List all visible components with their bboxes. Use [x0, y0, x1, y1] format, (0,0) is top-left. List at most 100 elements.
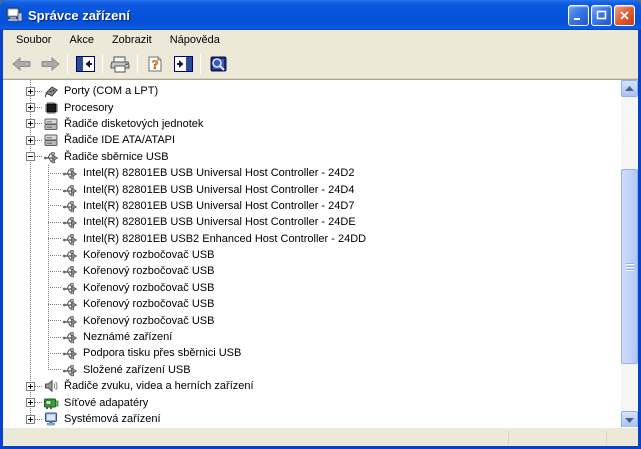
tree-item[interactable]: Složené zařízení USB [3, 362, 621, 378]
tree-item-label: Řadiče sběrnice USB [64, 150, 169, 163]
svg-text:?: ? [152, 57, 159, 72]
tree-item-label: Porty (COM a LPT) [64, 85, 159, 98]
tree-connector [48, 205, 62, 207]
tree-connector [48, 254, 62, 256]
tree-item[interactable]: Kořenový rozbočovač USB [3, 280, 621, 296]
tree-item[interactable]: Kořenový rozbočovač USB [3, 247, 621, 263]
tree-item-label: Intel(R) 82801EB USB Universal Host Cont… [83, 216, 356, 229]
tree-connector [35, 123, 43, 125]
tree-item[interactable]: Intel(R) 82801EB USB Universal Host Cont… [3, 165, 621, 181]
device-tree: Porty (COM a LPT) Procesory Řadiče diske… [3, 80, 621, 428]
tree-item[interactable]: Kořenový rozbočovač USB [3, 296, 621, 312]
system-device-icon [43, 411, 59, 427]
scrollbar-grip [626, 262, 634, 271]
usb-icon [62, 362, 78, 378]
tree-connector [48, 369, 62, 371]
usb-icon [62, 296, 78, 312]
tree-item[interactable]: Řadiče IDE ATA/ATAPI [3, 132, 621, 148]
tree-item[interactable]: Intel(R) 82801EB USB Universal Host Cont… [3, 214, 621, 230]
close-button[interactable] [614, 4, 635, 26]
usb-icon [62, 214, 78, 230]
tree-item[interactable]: Intel(R) 82801EB USB Universal Host Cont… [3, 181, 621, 197]
vertical-scrollbar[interactable] [621, 80, 638, 428]
scan-hardware-changes-button[interactable] [205, 52, 231, 76]
tree-item-label: Kořenový rozbočovač USB [83, 281, 215, 294]
expand-plus-box[interactable] [26, 135, 35, 145]
tree-item-label: Řadiče IDE ATA/ATAPI [64, 134, 176, 147]
controller-icon [43, 132, 59, 148]
menu-soubor[interactable]: Soubor [7, 32, 60, 49]
expand-plus-box[interactable] [26, 398, 35, 408]
show-action-pane-button[interactable] [170, 52, 196, 76]
usb-icon [62, 345, 78, 361]
expand-plus-box[interactable] [26, 86, 35, 96]
toolbar-separator [102, 54, 103, 74]
tree-item[interactable]: Podpora tisku přes sběrnici USB [3, 345, 621, 361]
back-arrow-icon [12, 57, 32, 71]
tree-connector [35, 385, 43, 387]
tree-item[interactable]: Procesory [3, 99, 621, 115]
controller-icon [43, 116, 59, 132]
tree-item[interactable]: Porty (COM a LPT) [3, 83, 621, 99]
tree-item-label: Procesory [64, 101, 114, 114]
tree-connector [35, 107, 43, 109]
tree-connector [48, 270, 62, 272]
expand-plus-box[interactable] [26, 103, 35, 113]
device-tree-panel: Porty (COM a LPT) Procesory Řadiče diske… [3, 79, 638, 428]
tree-item[interactable]: Kořenový rozbočovač USB [3, 312, 621, 328]
menu-napoveda[interactable]: Nápověda [161, 32, 229, 49]
device-manager-window: Správce zařízení Soubor Akce Zobrazit Nápov… [0, 0, 641, 449]
titlebar[interactable]: Správce zařízení [0, 0, 641, 30]
tree-item-label: Řadiče disketových jednotek [64, 117, 204, 130]
tree-connector [35, 418, 43, 420]
forward-button[interactable] [37, 52, 63, 76]
hide-tree-panel-icon [75, 56, 95, 72]
menu-akce[interactable]: Akce [60, 32, 102, 49]
tree-connector [48, 189, 62, 191]
tree-item[interactable]: Kořenový rozbočovač USB [3, 263, 621, 279]
tree-item[interactable]: Řadiče zvuku, videa a herních zařízení [3, 378, 621, 394]
usb-icon [62, 329, 78, 345]
scroll-down-button[interactable] [621, 411, 638, 428]
tree-connector [48, 221, 62, 223]
tree-item[interactable]: Síťové adapatéry [3, 394, 621, 410]
tree-item-label: Kořenový rozbočovač USB [83, 314, 215, 327]
hide-console-tree-button[interactable] [72, 52, 98, 76]
scroll-up-button[interactable] [621, 80, 638, 97]
tree-item-label: Neznámé zařízení [83, 331, 173, 344]
window-title: Správce zařízení [28, 7, 130, 23]
tree-item-label: Síťové adapatéry [64, 396, 149, 409]
port-icon [43, 83, 59, 99]
status-bar [3, 427, 638, 446]
tree-item-label: Intel(R) 82801EB USB2 Enhanced Host Cont… [83, 232, 367, 245]
back-button[interactable] [9, 52, 35, 76]
scrollbar-thumb[interactable] [621, 169, 638, 364]
expand-plus-box[interactable] [26, 381, 35, 391]
usb-icon [62, 280, 78, 296]
tree-item[interactable]: Intel(R) 82801EB USB Universal Host Cont… [3, 198, 621, 214]
expand-plus-box[interactable] [26, 414, 35, 424]
device-manager-app-icon [6, 7, 23, 23]
print-button[interactable] [107, 52, 133, 76]
tree-item-label: Kořenový rozbočovač USB [83, 265, 215, 278]
tree-item[interactable]: Řadiče disketových jednotek [3, 116, 621, 132]
minimize-button[interactable] [568, 4, 589, 26]
collapse-minus-box[interactable] [26, 152, 35, 162]
tree-item-label: Podpora tisku přes sběrnici USB [83, 347, 242, 360]
tree-item[interactable]: Řadiče sběrnice USB [3, 149, 621, 165]
tree-item-label: Intel(R) 82801EB USB Universal Host Cont… [83, 183, 355, 196]
expand-plus-box[interactable] [26, 119, 35, 129]
help-button[interactable]: ? [142, 52, 168, 76]
toolbar-separator [67, 54, 68, 74]
maximize-button[interactable] [591, 4, 612, 26]
tree-item[interactable]: Intel(R) 82801EB USB2 Enhanced Host Cont… [3, 231, 621, 247]
tree-connector [48, 320, 62, 322]
audio-icon [43, 378, 59, 394]
forward-arrow-icon [40, 57, 60, 71]
tree-item[interactable]: Neznámé zařízení [3, 329, 621, 345]
tree-item[interactable]: Systémová zařízení [3, 411, 621, 427]
menu-zobrazit[interactable]: Zobrazit [103, 32, 161, 49]
status-divider [508, 431, 509, 444]
usb-icon [62, 313, 78, 329]
usb-icon [62, 182, 78, 198]
